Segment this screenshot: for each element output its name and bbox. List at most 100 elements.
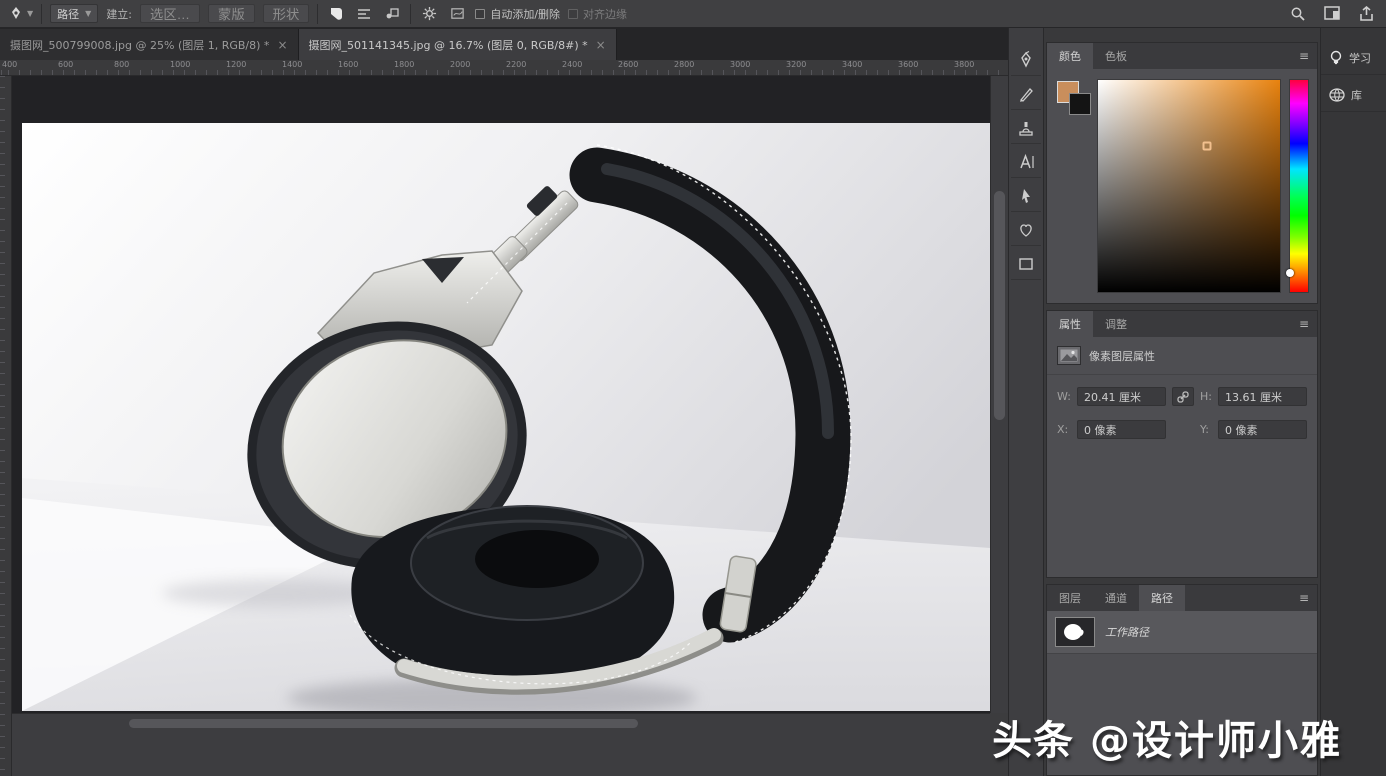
work-path-label: 工作路径: [1105, 624, 1149, 640]
watermark: 头条 @设计师小雅: [992, 708, 1342, 766]
x-field[interactable]: 0 像素: [1077, 420, 1166, 439]
path-selection-tool[interactable]: [1011, 180, 1041, 212]
share-icon[interactable]: [1356, 4, 1376, 24]
document-tab-2[interactable]: 摄图网_501141345.jpg @ 16.7% (图层 0, RGB/8#)…: [299, 29, 617, 60]
panel-menu-icon[interactable]: ≡: [1291, 317, 1317, 331]
tool-mode-value: 路径: [57, 6, 79, 22]
separator: [41, 4, 42, 24]
pasteboard: [12, 76, 990, 713]
close-icon[interactable]: ×: [596, 38, 606, 52]
panel-menu-icon[interactable]: ≡: [1291, 591, 1317, 605]
workspace-switcher-icon[interactable]: [1322, 4, 1342, 24]
auto-add-delete-option[interactable]: 自动添加/删除: [475, 6, 560, 22]
color-panel: 颜色 色板 ≡: [1046, 42, 1318, 304]
separator: [317, 4, 318, 24]
properties-panel: 属性 调整 ≡ 像素图层属性 W: 20.41 厘米 H:: [1046, 310, 1318, 578]
tools-panel: [1008, 28, 1044, 776]
tab-swatches[interactable]: 色板: [1093, 43, 1139, 69]
work-path-row[interactable]: 工作路径: [1047, 611, 1317, 654]
horizontal-ruler: 4006008001000120014001600180020002200240…: [0, 60, 1008, 76]
align-edges-option[interactable]: 对齐边缘: [568, 6, 627, 22]
hue-slider[interactable]: [1289, 79, 1309, 293]
vertical-scrollbar-thumb[interactable]: [994, 191, 1005, 420]
transform-fields: W: 20.41 厘米 H: 13.61 厘米 X: 0 像素 Y: 0 像素: [1047, 375, 1317, 451]
align-edges-checkbox[interactable]: [568, 9, 578, 19]
height-label: H:: [1200, 390, 1212, 403]
canvas-area: [0, 76, 1008, 776]
auto-add-delete-checkbox[interactable]: [475, 9, 485, 19]
x-label: X:: [1057, 423, 1071, 436]
make-mask-button[interactable]: 蒙版: [208, 4, 255, 23]
photoshop-app: ▼ 路径 ▼ 建立: 选区… 蒙版 形状 自动添加/删除: [0, 0, 1386, 776]
path-operations-icon[interactable]: [326, 4, 346, 24]
custom-shape-tool[interactable]: [1011, 214, 1041, 246]
auto-add-delete-label: 自动添加/删除: [490, 6, 560, 22]
libraries-label: 库: [1351, 87, 1362, 103]
right-rail: 学习 库: [1320, 28, 1386, 776]
tool-mode-dropdown[interactable]: 路径 ▼: [50, 4, 98, 23]
background-color-swatch[interactable]: [1069, 93, 1091, 115]
tab-layers[interactable]: 图层: [1047, 585, 1093, 611]
canvas-photo[interactable]: [22, 123, 990, 711]
saturation-brightness-field[interactable]: [1097, 79, 1281, 293]
watermark-handle: @设计师小雅: [1090, 718, 1342, 764]
separator: [410, 4, 411, 24]
libraries-icon: [1329, 88, 1345, 102]
path-arrange-icon[interactable]: [382, 4, 402, 24]
properties-header: 像素图层属性: [1047, 337, 1317, 375]
make-selection-button[interactable]: 选区…: [140, 4, 200, 23]
rectangle-tool[interactable]: [1011, 248, 1041, 280]
watermark-brand: 头条: [992, 718, 1074, 764]
titlebar-right: [1288, 4, 1378, 24]
y-field[interactable]: 0 像素: [1218, 420, 1307, 439]
width-label: W:: [1057, 390, 1071, 403]
properties-header-label: 像素图层属性: [1089, 348, 1155, 364]
clone-stamp-tool[interactable]: [1011, 112, 1041, 144]
chevron-down-icon: ▼: [85, 9, 91, 18]
path-alignment-icon[interactable]: [354, 4, 374, 24]
link-dimensions-icon[interactable]: [1172, 387, 1194, 406]
pixel-layer-icon: [1057, 346, 1081, 365]
width-field[interactable]: 20.41 厘米: [1077, 387, 1166, 406]
document-column: 摄图网_500799008.jpg @ 25% (图层 1, RGB/8) * …: [0, 28, 1008, 776]
learn-panel-button[interactable]: 学习: [1321, 42, 1386, 75]
height-field[interactable]: 13.61 厘米: [1218, 387, 1307, 406]
document-tab-1[interactable]: 摄图网_500799008.jpg @ 25% (图层 1, RGB/8) * …: [0, 29, 299, 60]
horizontal-scrollbar[interactable]: [12, 713, 990, 776]
learn-label: 学习: [1349, 50, 1371, 66]
horizontal-type-tool[interactable]: [1011, 146, 1041, 178]
pen-tool-preset-icon: [8, 6, 24, 22]
tab-paths[interactable]: 路径: [1139, 585, 1185, 611]
align-edges-label: 对齐边缘: [583, 6, 627, 22]
panel-dock: 颜色 色板 ≡: [1044, 28, 1320, 776]
pen-tool[interactable]: [1011, 44, 1041, 76]
rubber-band-icon[interactable]: [447, 4, 467, 24]
brush-tool[interactable]: [1011, 78, 1041, 110]
document-tab-title: 摄图网_500799008.jpg @ 25% (图层 1, RGB/8) *: [10, 37, 269, 53]
hue-slider-marker[interactable]: [1286, 269, 1294, 277]
vertical-scrollbar[interactable]: [990, 76, 1008, 713]
options-bar: ▼ 路径 ▼ 建立: 选区… 蒙版 形状 自动添加/删除: [0, 0, 1386, 28]
libraries-panel-button[interactable]: 库: [1321, 79, 1386, 112]
gear-icon[interactable]: [419, 4, 439, 24]
y-label: Y:: [1200, 423, 1212, 436]
panel-menu-icon[interactable]: ≡: [1291, 49, 1317, 63]
vertical-ruler: [0, 76, 12, 776]
close-icon[interactable]: ×: [277, 38, 287, 52]
tab-channels[interactable]: 通道: [1093, 585, 1139, 611]
tab-properties[interactable]: 属性: [1047, 311, 1093, 337]
lightbulb-icon: [1329, 50, 1343, 66]
document-tabs-bar: 摄图网_500799008.jpg @ 25% (图层 1, RGB/8) * …: [0, 28, 1008, 60]
make-shape-button[interactable]: 形状: [263, 4, 310, 23]
path-thumbnail[interactable]: [1055, 617, 1095, 647]
color-swatches: [1055, 79, 1089, 293]
horizontal-scrollbar-thumb[interactable]: [129, 719, 638, 728]
tool-preset-picker[interactable]: ▼: [8, 6, 33, 22]
paths-panel-tabs: 图层 通道 路径 ≡: [1047, 585, 1317, 611]
make-label: 建立:: [106, 6, 132, 22]
tab-adjustments[interactable]: 调整: [1093, 311, 1139, 337]
chevron-down-icon: ▼: [27, 9, 33, 18]
color-picker-marker[interactable]: [1203, 141, 1212, 150]
search-icon[interactable]: [1288, 4, 1308, 24]
tab-color[interactable]: 颜色: [1047, 43, 1093, 69]
